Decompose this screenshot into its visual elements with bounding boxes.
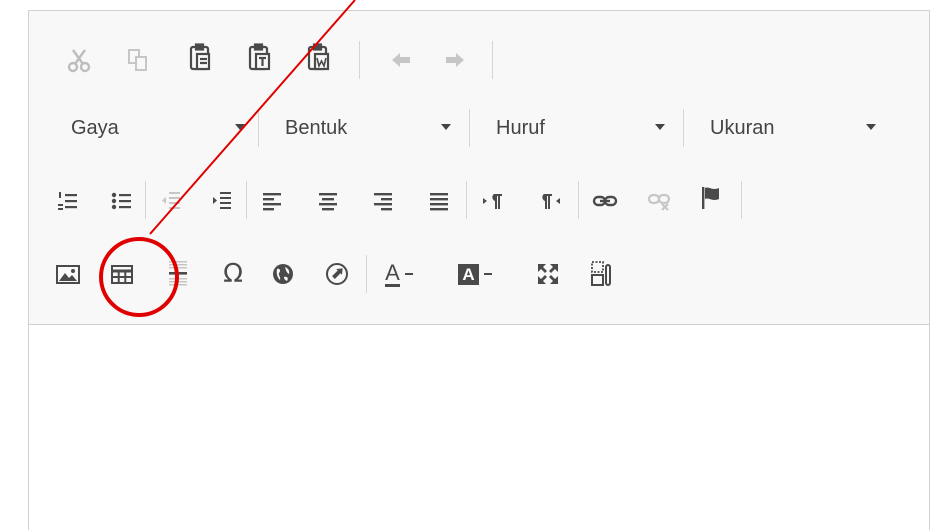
paste-icon[interactable] [184, 41, 218, 75]
rich-text-editor: Gaya Bentuk Huruf Ukuran Ω A A [28, 10, 930, 530]
anchor-flag-icon[interactable] [694, 181, 728, 215]
indent-icon[interactable] [205, 184, 239, 218]
font-combo[interactable]: Huruf [496, 109, 676, 147]
format-combo[interactable]: Bentuk [285, 109, 469, 147]
paste-text-icon[interactable] [243, 41, 277, 75]
chevron-down-icon [404, 273, 413, 275]
horizontal-line-icon[interactable] [161, 257, 195, 291]
paste-word-icon[interactable] [302, 41, 336, 75]
toolbar-separator [258, 109, 259, 147]
iframe-globe-icon[interactable] [266, 257, 300, 291]
text-color-letter: A [385, 259, 400, 287]
font-combo-label: Huruf [496, 116, 545, 139]
numbered-list-icon[interactable] [51, 184, 85, 218]
chevron-down-icon [655, 124, 665, 130]
toolbar-separator [466, 181, 467, 219]
bg-color-letter: A [458, 263, 479, 285]
show-blocks-icon[interactable] [584, 257, 618, 291]
chevron-down-icon [866, 124, 876, 130]
toolbar-separator [492, 41, 493, 79]
align-center-icon[interactable] [311, 184, 345, 218]
table-icon[interactable] [105, 257, 139, 291]
toolbar-separator [578, 181, 579, 219]
special-char-icon[interactable]: Ω [216, 257, 250, 291]
rtl-icon[interactable] [533, 184, 567, 218]
format-combo-label: Bentuk [285, 116, 348, 139]
toolbar-separator [469, 109, 470, 147]
font-size-combo-label: Ukuran [710, 116, 775, 139]
toolbar-separator [683, 109, 684, 147]
cut-icon[interactable] [62, 43, 96, 77]
justify-icon[interactable] [422, 184, 456, 218]
copy-icon[interactable] [121, 43, 155, 77]
editor-content-area[interactable] [29, 325, 929, 530]
toolbar-separator [145, 181, 146, 219]
toolbar-separator [359, 41, 360, 79]
toolbar-separator [741, 181, 742, 219]
outdent-icon[interactable] [154, 184, 188, 218]
chevron-down-icon [441, 124, 451, 130]
maximize-icon[interactable] [531, 257, 565, 291]
undo-icon[interactable] [384, 43, 418, 77]
styles-combo-label: Gaya [71, 116, 119, 139]
bg-color-icon[interactable]: A [452, 257, 498, 291]
text-color-icon[interactable]: A [376, 257, 422, 291]
editor-toolbar: Gaya Bentuk Huruf Ukuran Ω A A [29, 11, 929, 325]
source-icon[interactable] [320, 257, 354, 291]
unlink-icon[interactable] [643, 184, 677, 218]
image-icon[interactable] [51, 257, 85, 291]
chevron-down-icon [483, 273, 492, 275]
align-right-icon[interactable] [366, 184, 400, 218]
bulleted-list-icon[interactable] [105, 184, 139, 218]
toolbar-separator [246, 181, 247, 219]
link-icon[interactable] [588, 184, 622, 218]
align-left-icon[interactable] [255, 184, 289, 218]
ltr-icon[interactable] [476, 184, 510, 218]
redo-icon[interactable] [438, 43, 472, 77]
toolbar-separator [366, 255, 367, 293]
styles-combo[interactable]: Gaya [71, 109, 251, 147]
chevron-down-icon [235, 124, 245, 130]
omega-glyph: Ω [223, 259, 243, 289]
font-size-combo[interactable]: Ukuran [710, 109, 890, 147]
